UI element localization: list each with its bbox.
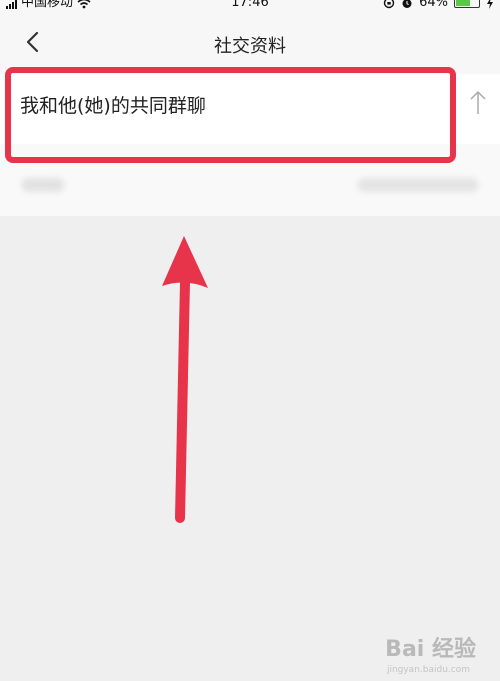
- chevron-up-icon[interactable]: [468, 88, 488, 116]
- status-right: 64%: [383, 0, 494, 9]
- battery-icon: [454, 0, 480, 8]
- blurred-value: [358, 178, 478, 192]
- page-title: 社交资料: [214, 36, 286, 57]
- watermark-logo: Bai 经验: [385, 637, 476, 662]
- rotation-lock-icon: [383, 0, 395, 9]
- navigation-bar: 社交资料: [0, 14, 500, 74]
- charging-icon: [487, 0, 493, 9]
- alarm-icon: [402, 0, 412, 8]
- watermark-url: jingyan.baidu.com: [386, 665, 470, 675]
- highlight-box: [5, 67, 456, 163]
- battery-percent: 64%: [419, 0, 448, 10]
- status-bar: 中国移动 17:46 64%: [0, 0, 500, 14]
- blurred-label: [22, 178, 64, 192]
